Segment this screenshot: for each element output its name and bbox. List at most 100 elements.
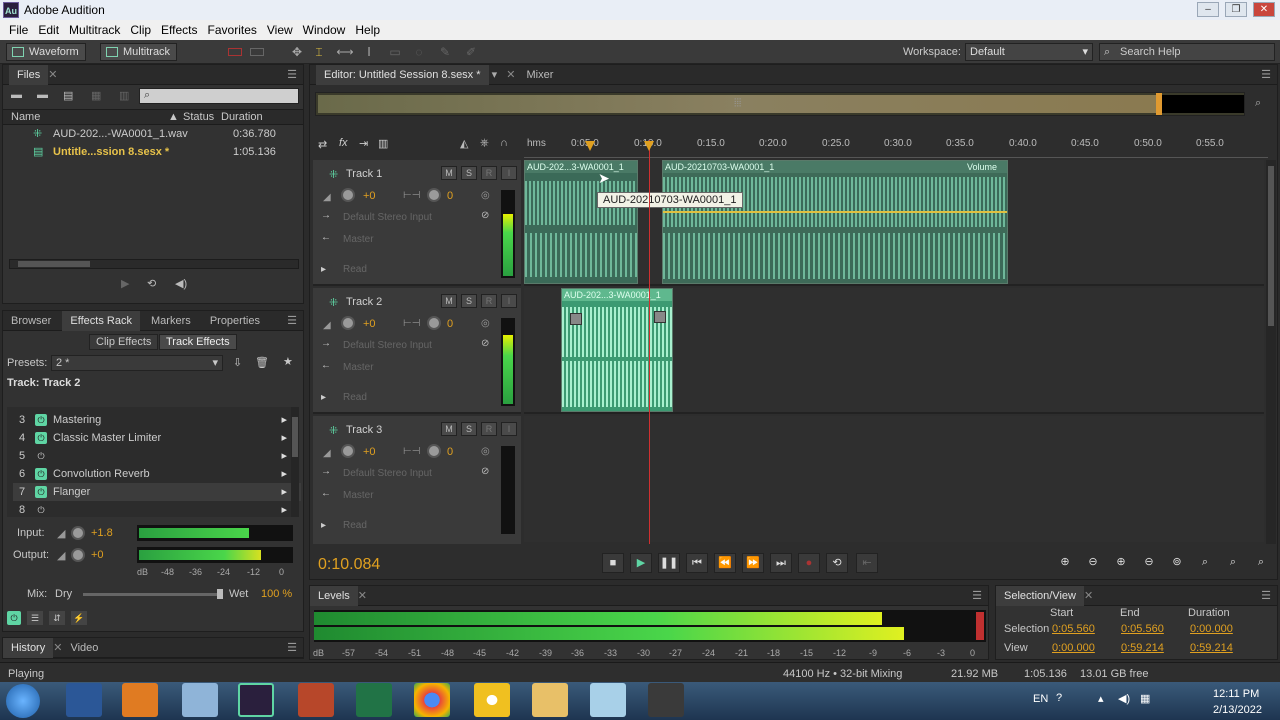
marquee-tool-icon[interactable]: ▭: [386, 44, 404, 60]
tray-up-icon[interactable]: ▴: [1098, 692, 1104, 705]
panel-menu-icon[interactable]: ☰: [1261, 586, 1271, 606]
monitor-input-button[interactable]: I: [501, 294, 517, 308]
files-search-input[interactable]: ⌕: [139, 88, 299, 104]
insert-icon[interactable]: ▦: [91, 89, 101, 102]
virtualbox-taskbar-icon[interactable]: [182, 683, 218, 717]
close-icon[interactable]: ✕: [53, 642, 62, 654]
sends-icon[interactable]: ⇥: [359, 137, 368, 150]
tab-properties[interactable]: Properties: [202, 311, 268, 331]
pan-value[interactable]: 0: [447, 190, 453, 202]
eq-icon[interactable]: ▥: [378, 137, 388, 150]
import-icon[interactable]: ▬: [37, 89, 48, 101]
delete-preset-icon[interactable]: 🗑: [255, 356, 269, 369]
access-taskbar-icon[interactable]: [298, 683, 334, 717]
list-item[interactable]: 6 ⏻ Convolution Reverb ▸: [13, 465, 301, 483]
workspace-select[interactable]: Default ▾: [965, 43, 1093, 61]
move-tool-icon[interactable]: ✥: [288, 44, 306, 60]
current-time[interactable]: 0:10.084: [318, 556, 380, 574]
stereo-icon[interactable]: ◎: [481, 446, 490, 457]
tab-editor[interactable]: Editor: Untitled Session 8.sesx *: [316, 65, 489, 85]
record-button[interactable]: ●: [798, 553, 820, 573]
network-tray-icon[interactable]: ▦: [1140, 692, 1150, 705]
phase-icon[interactable]: ⊘: [481, 210, 489, 221]
list-item[interactable]: 8 ⏻ ▸: [13, 501, 301, 519]
close-icon[interactable]: ✕: [1084, 590, 1093, 602]
spot-heal-tool-icon[interactable]: ✐: [462, 44, 480, 60]
track-output[interactable]: Master: [343, 234, 374, 245]
table-row[interactable]: ⁜ AUD-202...-WA0001_1.wav 0:36.780: [3, 125, 303, 143]
go-to-end-button[interactable]: ⏭: [770, 553, 792, 573]
fade-out-handle[interactable]: [654, 311, 666, 323]
monitor-input-button[interactable]: I: [501, 166, 517, 180]
view-start[interactable]: 0:00.000: [1052, 642, 1095, 654]
menu-effects[interactable]: Effects: [156, 23, 202, 37]
tab-browser[interactable]: Browser: [3, 311, 59, 331]
swap-icon[interactable]: ⇄: [318, 138, 327, 151]
automation-mode[interactable]: Read: [343, 392, 367, 403]
track-1-clip-a[interactable]: AUD-202...3-WA0001_1: [524, 160, 638, 284]
fx-icon[interactable]: fx: [339, 137, 348, 149]
volume-tray-icon[interactable]: ◀): [1118, 692, 1130, 705]
mute-button[interactable]: M: [441, 294, 457, 308]
record-arm-button[interactable]: R: [481, 422, 497, 436]
tab-track-effects[interactable]: Track Effects: [159, 334, 237, 350]
search-help-input[interactable]: ⌕ Search Help: [1099, 43, 1275, 61]
pan-value[interactable]: 0: [447, 318, 453, 330]
menu-favorites[interactable]: Favorites: [203, 23, 262, 37]
delete-icon[interactable]: ▥: [119, 89, 129, 102]
word-taskbar-icon[interactable]: [66, 683, 102, 717]
track-output[interactable]: Master: [343, 490, 374, 501]
time-selection-tool-icon[interactable]: ⌶: [310, 44, 328, 60]
lasso-tool-icon[interactable]: ◌: [410, 44, 428, 60]
effects-scrollbar[interactable]: [291, 407, 299, 517]
col-duration[interactable]: Duration: [221, 111, 263, 123]
tab-effects-rack[interactable]: Effects Rack: [62, 311, 140, 331]
zoom-selection-icon[interactable]: ⌕: [1250, 553, 1272, 573]
volume-value[interactable]: +0: [363, 190, 376, 202]
zoom-in-amplitude-icon[interactable]: ⊕: [1054, 553, 1076, 573]
menu-help[interactable]: Help: [350, 23, 385, 37]
view-duration[interactable]: 0:59.214: [1190, 642, 1233, 654]
selection-duration[interactable]: 0:00.000: [1190, 623, 1233, 635]
stop-button[interactable]: ■: [602, 553, 624, 573]
phase-icon[interactable]: ⊘: [481, 338, 489, 349]
track-3-lane[interactable]: [524, 416, 1264, 542]
pan-value[interactable]: 0: [447, 446, 453, 458]
skip-button[interactable]: ⇤: [856, 553, 878, 573]
close-button[interactable]: ✕: [1253, 2, 1275, 17]
zoom-out-amplitude-icon[interactable]: ⊖: [1082, 553, 1104, 573]
track-input[interactable]: Default Stereo Input: [343, 212, 432, 223]
apply-icon[interactable]: ⚡: [71, 611, 87, 625]
mute-button[interactable]: M: [441, 422, 457, 436]
view-end[interactable]: 0:59.214: [1121, 642, 1164, 654]
loop-button[interactable]: ⟲: [826, 553, 848, 573]
metronome-icon[interactable]: ◭: [460, 137, 468, 150]
disc-taskbar-icon[interactable]: [474, 683, 510, 717]
explorer-taskbar-icon[interactable]: [532, 683, 568, 717]
track-name[interactable]: Track 3: [346, 424, 382, 436]
waveform-view-button[interactable]: Waveform: [6, 43, 86, 61]
audition-taskbar-icon[interactable]: [238, 683, 274, 717]
track-1-clip-b[interactable]: AUD-20210703-WA0001_1 Volume: [662, 160, 1008, 284]
new-file-icon[interactable]: ▤: [63, 89, 73, 102]
minimize-button[interactable]: –: [1197, 2, 1219, 17]
fade-in-handle[interactable]: [570, 313, 582, 325]
panel-menu-icon[interactable]: ☰: [287, 65, 297, 85]
tab-video[interactable]: Video: [62, 638, 106, 658]
zoom-out-point-icon[interactable]: ⌕: [1222, 553, 1244, 573]
close-icon[interactable]: ✕: [48, 69, 57, 81]
snap-icon[interactable]: ⎈: [480, 137, 489, 150]
track-2-clip[interactable]: AUD-202...3-WA0001_1: [561, 288, 673, 412]
tab-markers[interactable]: Markers: [143, 311, 199, 331]
zoom-icon[interactable]: ⌕: [1255, 97, 1261, 110]
track-output[interactable]: Master: [343, 362, 374, 373]
tab-history[interactable]: History: [3, 638, 54, 658]
menu-file[interactable]: File: [4, 23, 33, 37]
play-preview-icon[interactable]: ▶: [121, 277, 129, 290]
record-arm-button[interactable]: R: [481, 166, 497, 180]
autoplay-icon[interactable]: ◀): [175, 277, 187, 290]
output-knob[interactable]: [71, 548, 85, 562]
mix-slider[interactable]: [83, 589, 223, 599]
panel-menu-icon[interactable]: ☰: [287, 311, 297, 331]
zoom-out-time-icon[interactable]: ⊖: [1138, 553, 1160, 573]
